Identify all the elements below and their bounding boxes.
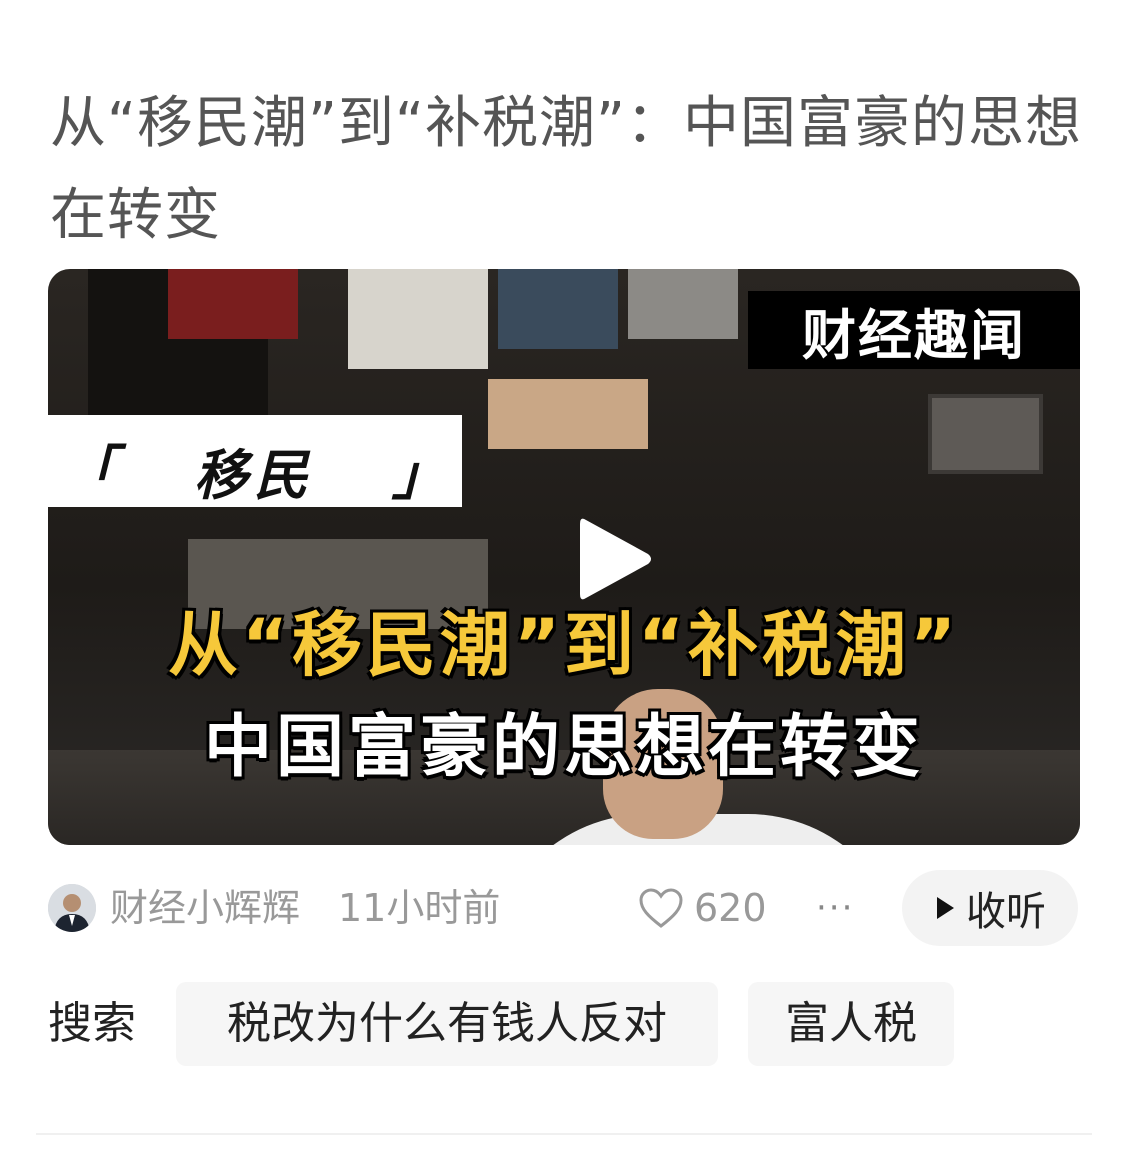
publish-time: 11小时前 [338,886,501,930]
author-avatar[interactable] [48,884,96,932]
listen-label: 收听 [966,889,1046,935]
listen-button[interactable]: 收听 [902,870,1078,946]
like-count: 620 [694,886,767,930]
search-chip[interactable]: 富人税 [748,982,954,1066]
book-decor [628,269,738,339]
search-chip[interactable]: 税改为什么有钱人反对 [176,982,718,1066]
play-small-icon [937,897,954,919]
topic-tag: 「 移民 」 [48,415,462,507]
article-title: 从“移民潮”到“补税潮”：中国富豪的思想在转变 [50,91,1083,248]
video-caption-line2: 中国富豪的思想在转变 [203,708,924,787]
video-caption-line1: 从“移民潮”到“补税潮” [167,604,961,686]
tag-bracket-right: 」 [392,444,446,507]
related-search: 搜索 税改为什么有钱人反对 富人税 [48,982,1088,1066]
tag-word: 移民 [194,444,314,507]
like-button[interactable]: 620 [638,884,767,932]
book-decor [488,379,648,449]
microwave-decor [928,394,1043,474]
book-decor [348,269,488,369]
heart-icon [639,888,683,928]
more-icon[interactable]: ··· [816,884,854,932]
channel-badge: 财经趣闻 [748,291,1080,369]
avatar-image [48,884,96,932]
divider [36,1133,1092,1135]
play-icon[interactable] [578,514,654,604]
tag-bracket-left: 「 [62,440,116,503]
search-label: 搜索 [48,998,136,1049]
video-thumbnail[interactable]: 财经趣闻 「 移民 」 从“移民潮”到“补税潮” 中国富豪的思想在转变 [48,269,1080,845]
book-decor [498,269,618,349]
book-decor [168,269,298,339]
author-name[interactable]: 财经小辉辉 [110,884,300,932]
article-meta: 财经小辉辉 11小时前 620 ··· 收听 [48,870,1080,946]
channel-badge-text: 财经趣闻 [748,291,1080,369]
